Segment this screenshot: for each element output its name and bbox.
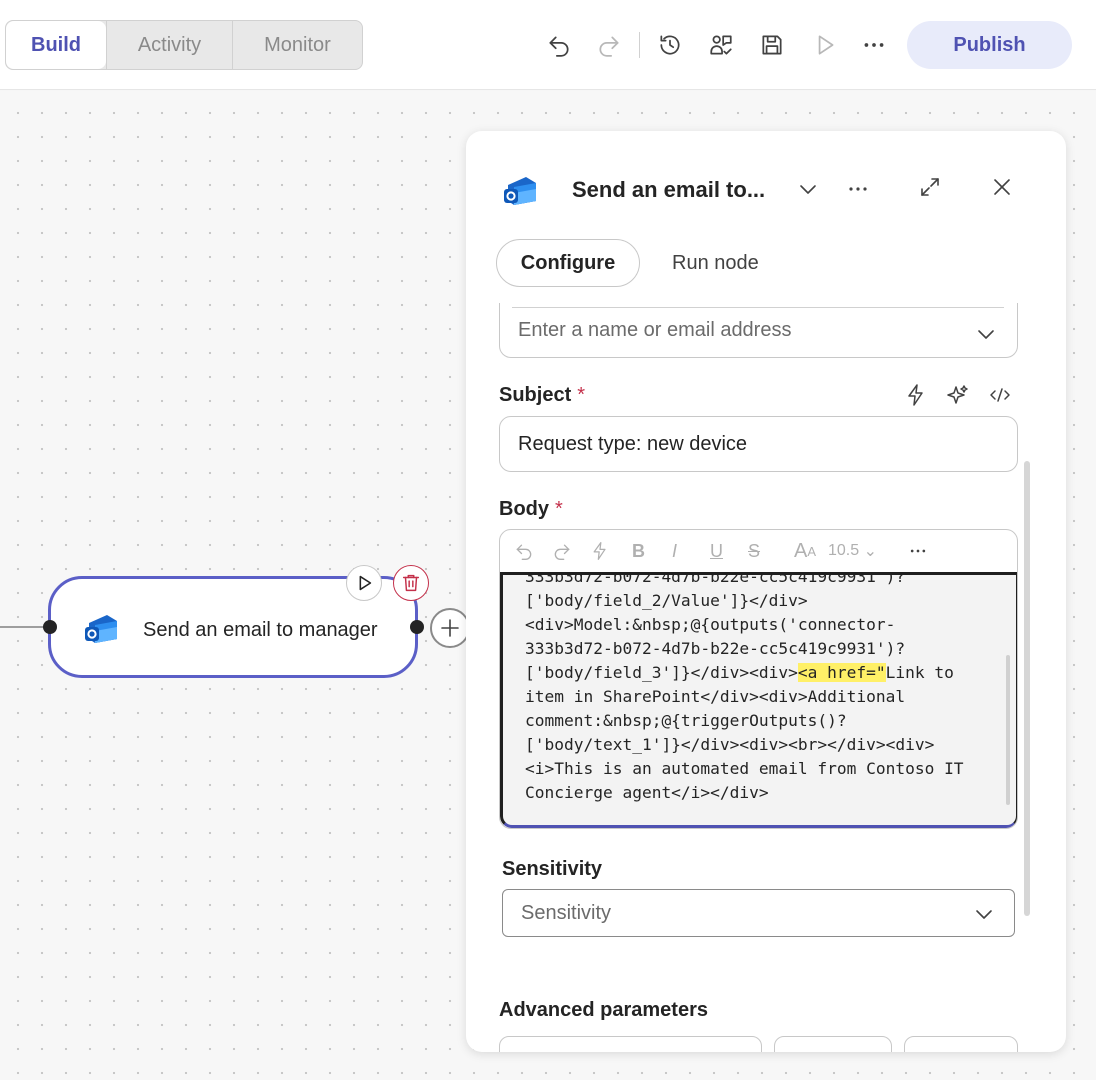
sensitivity-label: Sensitivity <box>502 858 603 880</box>
subject-input[interactable]: Request type: new device <box>499 416 1018 472</box>
to-chevron-down-icon[interactable] <box>974 322 998 346</box>
panel-title: Send an email to... <box>572 177 766 202</box>
outlook-icon <box>504 177 536 205</box>
to-field-placeholder: Enter a name or email address <box>518 318 792 341</box>
node-input-port[interactable] <box>43 620 57 634</box>
advanced-parameters-label: Advanced parameters <box>499 999 708 1021</box>
sensitivity-chevron-down-icon[interactable] <box>972 902 996 926</box>
code-scrollbar[interactable] <box>1006 655 1010 805</box>
panel-more-icon[interactable] <box>842 173 874 205</box>
undo-icon[interactable] <box>514 540 534 562</box>
editor-more-icon[interactable] <box>908 540 928 562</box>
tab-activity[interactable]: Activity <box>106 21 232 69</box>
close-icon[interactable] <box>986 171 1018 203</box>
editor-toolbar: B I U S AA 10.5 ⌄ <box>500 530 1017 572</box>
underline-icon[interactable]: U <box>710 540 723 562</box>
tab-build[interactable]: Build <box>6 21 106 69</box>
panel-scrollbar[interactable] <box>1024 461 1030 916</box>
history-icon[interactable] <box>655 30 685 60</box>
bold-icon[interactable]: B <box>632 540 645 562</box>
italic-icon[interactable]: I <box>672 540 677 562</box>
advanced-parameter-select[interactable] <box>499 1036 762 1052</box>
undo-icon[interactable] <box>544 30 574 60</box>
tab-monitor[interactable]: Monitor <box>232 21 362 69</box>
body-label: Body * <box>499 498 563 520</box>
tab-configure[interactable]: Configure <box>496 239 640 287</box>
node-title: Send an email to manager <box>143 619 378 641</box>
save-icon[interactable] <box>757 30 787 60</box>
node-output-port[interactable] <box>410 620 424 634</box>
top-bar: Build Activity Monitor Publish <box>0 0 1096 90</box>
toolbar-divider <box>639 32 640 58</box>
redo-icon[interactable] <box>594 30 624 60</box>
code-view-icon[interactable] <box>984 379 1016 411</box>
advanced-clear-all-button[interactable] <box>904 1036 1018 1052</box>
title-chevron-down-icon[interactable] <box>792 173 824 205</box>
advanced-show-all-button[interactable] <box>774 1036 892 1052</box>
subject-label: Subject * <box>499 384 586 406</box>
more-options-icon[interactable] <box>859 30 889 60</box>
tab-run-node[interactable]: Run node <box>672 252 759 275</box>
body-editor: B I U S AA 10.5 ⌄ 333b3d72-b072-4d7b-b22… <box>499 529 1018 829</box>
mode-tabs: Build Activity Monitor <box>5 20 363 70</box>
expand-icon[interactable] <box>914 171 946 203</box>
add-node-button[interactable] <box>430 608 470 648</box>
font-size-icon[interactable]: AA <box>794 540 816 562</box>
dynamic-content-icon[interactable] <box>900 379 932 411</box>
outlook-icon <box>85 615 117 643</box>
test-play-icon[interactable] <box>810 30 840 60</box>
run-node-button[interactable] <box>346 565 382 601</box>
delete-node-button[interactable] <box>393 565 429 601</box>
strikethrough-icon[interactable]: S <box>748 540 760 562</box>
flow-checker-icon[interactable] <box>706 30 736 60</box>
redo-icon[interactable] <box>552 540 572 562</box>
to-field[interactable]: Enter a name or email address <box>499 303 1018 358</box>
dynamic-content-icon[interactable] <box>590 540 610 562</box>
copilot-sparkle-icon[interactable] <box>942 379 974 411</box>
publish-button[interactable]: Publish <box>907 21 1072 69</box>
highlighted-anchor-tag: <a href=" <box>797 663 886 682</box>
plus-icon <box>441 619 459 637</box>
to-field-divider <box>512 307 1004 308</box>
node-config-panel: Send an email to... Configure Run node E… <box>466 131 1066 1052</box>
body-code-text: 333b3d72-b072-4d7b-b22e-cc5c419c9931')? … <box>525 572 964 802</box>
sensitivity-dropdown[interactable]: Sensitivity <box>502 889 1015 937</box>
body-code-textarea[interactable]: 333b3d72-b072-4d7b-b22e-cc5c419c9931')? … <box>500 572 1017 828</box>
font-size-select[interactable]: 10.5 ⌄ <box>828 540 877 562</box>
